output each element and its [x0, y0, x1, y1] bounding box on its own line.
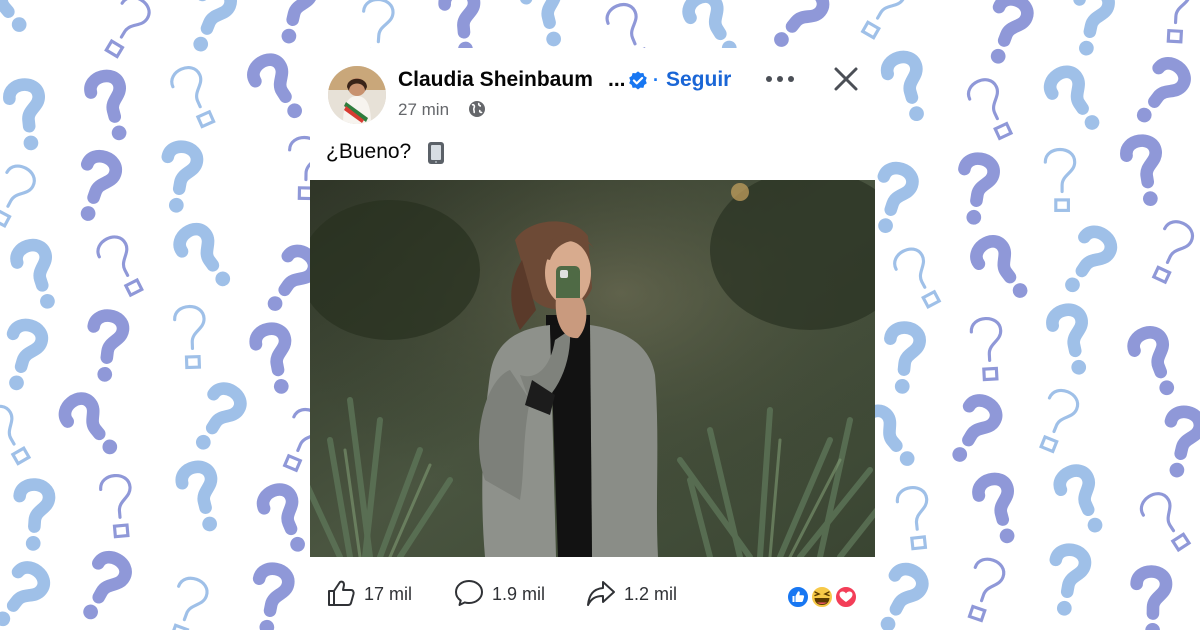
follow-button[interactable]: Seguir	[666, 68, 731, 92]
like-icon	[786, 585, 810, 609]
likes-count: 17 mil	[364, 584, 413, 604]
mobile-phone-emoji-icon	[428, 142, 444, 164]
author-name[interactable]: Claudia Sheinbaum	[398, 68, 593, 92]
comment-button[interactable]: 1.9 mil	[454, 579, 564, 607]
close-icon[interactable]	[832, 65, 860, 93]
author-name-ellipsis: ...	[608, 68, 626, 91]
verified-badge-icon	[629, 71, 647, 90]
reaction-icons[interactable]	[786, 585, 858, 609]
author-avatar[interactable]	[328, 66, 386, 124]
share-arrow-icon	[587, 581, 615, 606]
comments-count: 1.9 mil	[492, 584, 546, 604]
facebook-post-card: Claudia Sheinbaum ... · Seguir 27 min ¿B…	[310, 48, 875, 630]
globe-icon	[469, 101, 485, 117]
shares-count: 1.2 mil	[624, 584, 678, 604]
thumbs-up-icon	[328, 580, 355, 606]
love-icon	[834, 585, 858, 609]
comment-bubble-icon	[455, 580, 483, 606]
name-separator-dot: ·	[653, 70, 659, 90]
share-button[interactable]: 1.2 mil	[586, 579, 696, 607]
post-footer: 17 mil 1.9 mil 1.2 mil	[310, 557, 875, 630]
like-button[interactable]: 17 mil	[326, 579, 426, 607]
haha-icon	[810, 585, 834, 609]
post-caption: ¿Bueno?	[326, 140, 412, 163]
post-photo[interactable]	[310, 180, 875, 557]
post-header: Claudia Sheinbaum ... · Seguir 27 min	[310, 48, 875, 140]
more-options-icon[interactable]	[765, 73, 795, 85]
post-timestamp[interactable]: 27 min	[398, 100, 449, 120]
